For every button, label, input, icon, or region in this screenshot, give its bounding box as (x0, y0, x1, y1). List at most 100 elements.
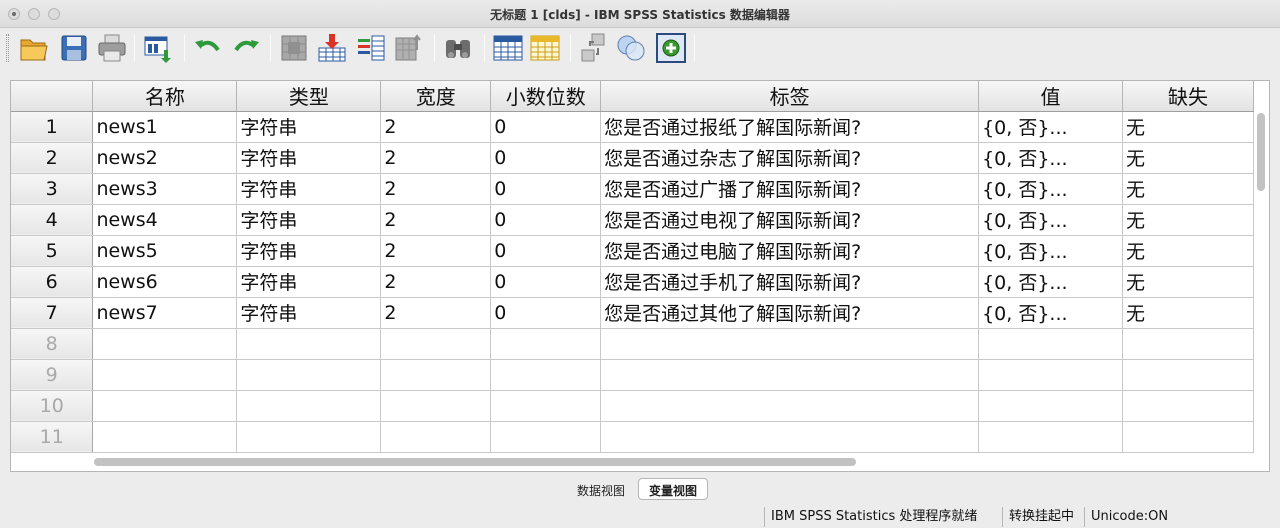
weight-cases-icon[interactable] (615, 32, 647, 64)
cell-type[interactable]: 字符串 (236, 297, 382, 329)
cell-decimals[interactable]: 0 (490, 173, 602, 205)
recall-dialog-icon[interactable] (142, 32, 174, 64)
empty-cell[interactable] (92, 328, 238, 360)
cell-type[interactable]: 字符串 (236, 173, 382, 205)
cell-missing[interactable]: 无 (1122, 297, 1254, 329)
row-number[interactable]: 3 (11, 173, 94, 205)
save-icon[interactable] (58, 32, 90, 64)
empty-cell[interactable] (490, 359, 602, 391)
corner-cell[interactable] (11, 81, 94, 112)
redo-icon[interactable] (230, 32, 262, 64)
column-header-type[interactable]: 类型 (236, 81, 382, 112)
cell-name[interactable]: news4 (92, 204, 238, 236)
column-header-decimals[interactable]: 小数位数 (490, 81, 602, 112)
cell-label[interactable]: 您是否通过广播了解国际新闻? (600, 173, 980, 205)
cell-type[interactable]: 字符串 (236, 204, 382, 236)
table-row[interactable]: 7 news7 字符串 2 0 您是否通过其他了解国际新闻? {0, 否}...… (11, 297, 1254, 329)
cell-missing[interactable]: 无 (1122, 266, 1254, 298)
column-header-width[interactable]: 宽度 (380, 81, 492, 112)
empty-cell[interactable] (380, 390, 492, 422)
cell-name[interactable]: news6 (92, 266, 238, 298)
cell-decimals[interactable]: 0 (490, 142, 602, 174)
cell-decimals[interactable]: 0 (490, 204, 602, 236)
cell-label[interactable]: 您是否通过杂志了解国际新闻? (600, 142, 980, 174)
empty-cell[interactable] (92, 390, 238, 422)
cell-width[interactable]: 2 (380, 142, 492, 174)
cell-type[interactable]: 字符串 (236, 266, 382, 298)
cell-decimals[interactable]: 0 (490, 297, 602, 329)
row-number[interactable]: 10 (11, 390, 94, 422)
empty-cell[interactable] (236, 328, 382, 360)
cell-values[interactable]: {0, 否}... (978, 235, 1124, 267)
row-number[interactable]: 6 (11, 266, 94, 298)
cell-label[interactable]: 您是否通过报纸了解国际新闻? (600, 111, 980, 143)
empty-cell[interactable] (600, 421, 980, 453)
row-number[interactable]: 4 (11, 204, 94, 236)
row-number[interactable]: 11 (11, 421, 94, 453)
empty-cell[interactable] (380, 359, 492, 391)
empty-row[interactable]: 9 (11, 359, 1254, 391)
empty-cell[interactable] (380, 421, 492, 453)
cell-width[interactable]: 2 (380, 297, 492, 329)
cell-values[interactable]: {0, 否}... (978, 111, 1124, 143)
cell-decimals[interactable]: 0 (490, 111, 602, 143)
empty-cell[interactable] (1122, 328, 1254, 360)
table-row[interactable]: 6 news6 字符串 2 0 您是否通过手机了解国际新闻? {0, 否}...… (11, 266, 1254, 298)
undo-icon[interactable] (192, 32, 224, 64)
empty-cell[interactable] (978, 421, 1124, 453)
empty-cell[interactable] (380, 328, 492, 360)
cell-type[interactable]: 字符串 (236, 142, 382, 174)
row-number[interactable]: 9 (11, 359, 94, 391)
table-row[interactable]: 1 news1 字符串 2 0 您是否通过报纸了解国际新闻? {0, 否}...… (11, 111, 1254, 143)
goto-variable-icon[interactable] (316, 32, 348, 64)
horizontal-scrollbar[interactable] (94, 458, 856, 466)
find-icon[interactable] (442, 32, 474, 64)
goto-case-icon[interactable] (278, 32, 310, 64)
table-row[interactable]: 3 news3 字符串 2 0 您是否通过广播了解国际新闻? {0, 否}...… (11, 173, 1254, 205)
empty-cell[interactable] (1122, 359, 1254, 391)
cell-width[interactable]: 2 (380, 111, 492, 143)
variables-icon[interactable] (355, 32, 387, 64)
row-number[interactable]: 2 (11, 142, 94, 174)
select-cases-icon[interactable] (655, 32, 687, 64)
insert-cases-icon[interactable] (492, 32, 524, 64)
cell-missing[interactable]: 无 (1122, 235, 1254, 267)
empty-cell[interactable] (236, 390, 382, 422)
empty-cell[interactable] (490, 328, 602, 360)
empty-cell[interactable] (236, 359, 382, 391)
row-number[interactable]: 1 (11, 111, 94, 143)
row-number[interactable]: 8 (11, 328, 94, 360)
tab-data-view[interactable]: 数据视图 (566, 478, 636, 500)
empty-cell[interactable] (490, 390, 602, 422)
cell-name[interactable]: news5 (92, 235, 238, 267)
cell-label[interactable]: 您是否通过手机了解国际新闻? (600, 266, 980, 298)
cell-missing[interactable]: 无 (1122, 111, 1254, 143)
cell-missing[interactable]: 无 (1122, 173, 1254, 205)
cell-type[interactable]: 字符串 (236, 111, 382, 143)
empty-cell[interactable] (978, 328, 1124, 360)
cell-values[interactable]: {0, 否}... (978, 297, 1124, 329)
empty-cell[interactable] (1122, 421, 1254, 453)
open-folder-icon[interactable] (18, 32, 50, 64)
cell-decimals[interactable]: 0 (490, 235, 602, 267)
cell-type[interactable]: 字符串 (236, 235, 382, 267)
column-header-missing[interactable]: 缺失 (1122, 81, 1254, 112)
cell-width[interactable]: 2 (380, 173, 492, 205)
empty-cell[interactable] (600, 359, 980, 391)
row-number[interactable]: 5 (11, 235, 94, 267)
cell-name[interactable]: news7 (92, 297, 238, 329)
table-row[interactable]: 5 news5 字符串 2 0 您是否通过电脑了解国际新闻? {0, 否}...… (11, 235, 1254, 267)
column-header-label[interactable]: 标签 (600, 81, 980, 112)
empty-cell[interactable] (600, 328, 980, 360)
run-descriptives-icon[interactable] (393, 32, 425, 64)
empty-row[interactable]: 10 (11, 390, 1254, 422)
cell-missing[interactable]: 无 (1122, 204, 1254, 236)
cell-width[interactable]: 2 (380, 235, 492, 267)
tab-variable-view[interactable]: 变量视图 (638, 478, 709, 500)
cell-values[interactable]: {0, 否}... (978, 204, 1124, 236)
empty-cell[interactable] (978, 390, 1124, 422)
empty-row[interactable]: 8 (11, 328, 1254, 360)
empty-cell[interactable] (92, 359, 238, 391)
cell-values[interactable]: {0, 否}... (978, 266, 1124, 298)
empty-cell[interactable] (490, 421, 602, 453)
